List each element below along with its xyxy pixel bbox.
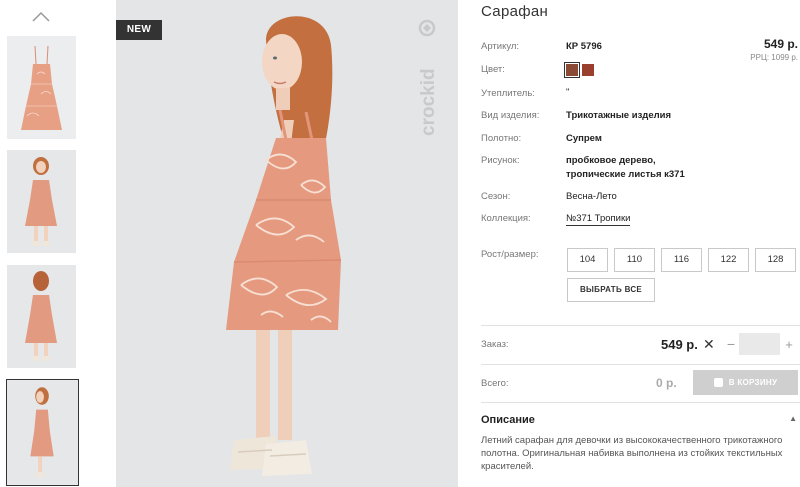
season-value: Весна-Лето bbox=[566, 191, 617, 202]
description-title: Описание bbox=[481, 414, 535, 426]
rrc-price: РРЦ: 1099 р. bbox=[750, 53, 798, 62]
order-label: Заказ: bbox=[481, 339, 509, 350]
brand-watermark-logo: crockid bbox=[418, 19, 439, 136]
total-value: 0 р. bbox=[656, 376, 677, 390]
thumbnail-1[interactable] bbox=[7, 36, 76, 139]
article-label: Артикул: bbox=[481, 41, 520, 52]
season-label: Сезон: bbox=[481, 191, 511, 202]
size-option-116[interactable]: 116 bbox=[661, 248, 702, 272]
fabric-value: Супрем bbox=[566, 133, 602, 144]
quantity-input[interactable] bbox=[739, 333, 780, 355]
color-swatches bbox=[564, 62, 594, 78]
dress-flat-thumbnail bbox=[7, 36, 76, 139]
thumbnail-3[interactable] bbox=[7, 265, 76, 368]
girl-in-dress-photo bbox=[116, 0, 458, 487]
product-title: Сарафан bbox=[481, 3, 549, 20]
add-to-cart-button[interactable]: В КОРЗИНУ bbox=[693, 370, 798, 395]
color-label: Цвет: bbox=[481, 64, 505, 75]
size-option-110[interactable]: 110 bbox=[614, 248, 655, 272]
divider bbox=[481, 402, 800, 403]
quantity-increase-button[interactable]: + bbox=[782, 337, 796, 352]
thumbnail-2[interactable] bbox=[7, 150, 76, 253]
total-label: Всего: bbox=[481, 378, 509, 389]
thumbnail-gallery bbox=[0, 0, 82, 487]
collection-label: Коллекция: bbox=[481, 213, 531, 224]
multiply-icon: ✕ bbox=[703, 336, 715, 352]
product-info-panel: Сарафан Артикул: КР 5796 549 р. РРЦ: 109… bbox=[481, 0, 800, 487]
description-text: Летний сарафан для девочки из высококаче… bbox=[481, 435, 783, 472]
girl-front-thumbnail bbox=[7, 150, 76, 253]
girl-back-thumbnail bbox=[7, 265, 76, 368]
svg-text:crockid: crockid bbox=[418, 68, 439, 136]
product-type-value: Трикотажные изделия bbox=[566, 110, 672, 121]
girl-side-thumbnail bbox=[7, 380, 78, 485]
fabric-label: Полотно: bbox=[481, 133, 522, 144]
divider bbox=[481, 325, 800, 326]
size-option-122[interactable]: 122 bbox=[708, 248, 749, 272]
insulation-label: Утеплитель: bbox=[481, 88, 535, 99]
select-all-sizes-button[interactable]: ВЫБРАТЬ ВСЕ bbox=[567, 278, 655, 302]
divider bbox=[481, 364, 800, 365]
product-price: 549 р. bbox=[763, 37, 798, 51]
main-product-image: NEW crockid bbox=[116, 0, 458, 487]
insulation-value: " bbox=[566, 87, 570, 98]
color-swatch-2[interactable] bbox=[582, 64, 594, 76]
product-type-label: Вид изделия: bbox=[481, 110, 540, 121]
size-option-104[interactable]: 104 bbox=[567, 248, 608, 272]
collection-link[interactable]: №371 Тропики bbox=[566, 213, 631, 226]
thumbnail-4-selected[interactable] bbox=[6, 379, 79, 486]
new-badge: NEW bbox=[116, 20, 162, 40]
description-toggle-icon[interactable]: ▲ bbox=[789, 414, 797, 423]
article-value: КР 5796 bbox=[566, 41, 602, 52]
chevron-up-icon[interactable] bbox=[31, 10, 51, 24]
cart-icon bbox=[713, 378, 723, 387]
size-label: Рост/размер: bbox=[481, 249, 539, 260]
order-price: 549 р. bbox=[661, 337, 698, 352]
quantity-decrease-button[interactable]: − bbox=[724, 336, 738, 352]
pattern-value: пробковое дерево, тропические листья к37… bbox=[566, 155, 685, 180]
color-swatch-1[interactable] bbox=[564, 62, 580, 78]
pattern-label: Рисунок: bbox=[481, 155, 520, 166]
add-to-cart-label: В КОРЗИНУ bbox=[728, 378, 778, 387]
size-option-128[interactable]: 128 bbox=[755, 248, 796, 272]
